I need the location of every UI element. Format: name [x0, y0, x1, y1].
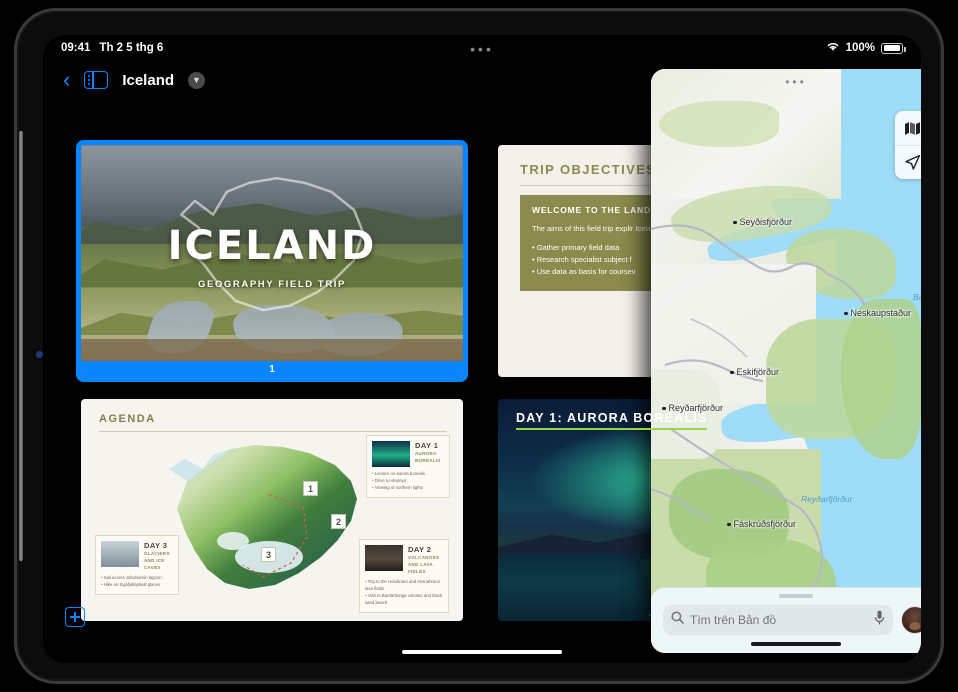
chevron-down-icon[interactable]: ▼	[188, 71, 206, 89]
device-edge-highlight	[19, 131, 23, 561]
day-card-subtitle: AURORA BOREALIS	[415, 451, 441, 463]
maps-home-indicator[interactable]	[751, 642, 841, 646]
screen: 09:41 Th 2 5 thg 6 100% ‹ Iceland ▼ ••• …	[43, 35, 921, 663]
slide-1-photo: ICELAND GEOGRAPHY FIELD TRIP	[81, 145, 463, 361]
search-icon	[671, 611, 684, 629]
location-arrow-icon[interactable]	[895, 145, 921, 179]
battery-icon	[881, 42, 906, 54]
day-card-subtitle: GLACIERS AND ICE CAVES	[144, 551, 170, 570]
slide-number-badge: 1	[81, 361, 463, 377]
maps-slide-over-window[interactable]: ••• Seyðisfjörður Neskaupstaður Eskifjör…	[651, 69, 921, 653]
map-label-seydisfjordur: Seyðisfjörður	[733, 217, 792, 227]
sidebar-toggle-icon[interactable]	[84, 71, 109, 89]
slide-4-title: DAY 1: AURORA BOREALIS	[516, 411, 708, 430]
day-card-title: DAY 1	[415, 441, 439, 450]
day-card-subtitle: VOLCANOES AND LAVA FIELDS	[408, 555, 440, 574]
battery-percent-label: 100%	[845, 42, 875, 54]
day-card-title: DAY 2	[408, 545, 432, 554]
slide-thumbnail-1[interactable]: ICELAND GEOGRAPHY FIELD TRIP 1	[81, 145, 463, 377]
map-layers-icon[interactable]	[895, 111, 921, 145]
day-card-3: DAY 3 GLACIERS AND ICE CAVES Sail across…	[95, 535, 179, 595]
map-marker-1[interactable]: 1	[303, 481, 318, 496]
page-title: Iceland	[122, 71, 175, 89]
list-item: Sail across Jökulsárlón lagoon	[101, 575, 173, 582]
three-dots-icon[interactable]: •••	[470, 41, 494, 57]
maps-bottom-sheet[interactable]: Tìm trên Bản đồ	[651, 587, 921, 653]
status-bar-right: 100%	[826, 41, 906, 55]
map-label-eskifjordur: Eskifjörður	[730, 367, 779, 377]
slide-3-heading: AGENDA	[99, 413, 156, 425]
list-item: Hike on Eyjafjallajökull glacier	[101, 582, 173, 589]
slide-1-title: ICELAND	[167, 222, 377, 269]
map-marker-2[interactable]: 2	[331, 514, 346, 529]
slide-thumbnail-3[interactable]: AGENDA 1 2 3 DAY 1 AURORA BOREALIS • Lec…	[81, 399, 463, 621]
map-controls	[895, 111, 921, 179]
add-slide-icon[interactable]	[65, 607, 85, 627]
sea-label-bards: Barðs	[913, 292, 921, 302]
slide-3-rule	[99, 431, 447, 432]
avatar[interactable]	[901, 606, 921, 634]
search-placeholder: Tìm trên Bản đồ	[690, 613, 777, 627]
sea-label-reydarfjordur: Reyðarfjörður	[801, 494, 853, 504]
sheet-grabber[interactable]	[779, 594, 813, 598]
slide-1-subtitle: GEOGRAPHY FIELD TRIP	[198, 278, 346, 290]
home-indicator[interactable]	[402, 649, 562, 654]
list-item: Lecture on aurora borealis	[372, 471, 444, 478]
map-label-faskrudsfjordur: Fáskrúðsfjörður	[727, 519, 796, 529]
microphone-icon[interactable]	[874, 610, 885, 630]
map-marker-3[interactable]: 3	[261, 547, 276, 562]
map-canvas[interactable]: Seyðisfjörður Neskaupstaður Eskifjörður …	[651, 69, 921, 653]
list-item: Viewing of northern lights	[372, 485, 444, 492]
three-dots-icon[interactable]: •••	[785, 75, 807, 89]
iceland-relief-map	[169, 445, 357, 589]
status-time: 09:41	[61, 42, 91, 54]
map-roads	[651, 224, 866, 619]
status-date: Th 2 5 thg 6	[99, 42, 164, 54]
day-card-title: DAY 3	[144, 541, 168, 550]
map-label-neskaupstadur: Neskaupstaður	[844, 308, 911, 318]
wifi-icon	[826, 41, 840, 55]
ipad-device-frame: 09:41 Th 2 5 thg 6 100% ‹ Iceland ▼ ••• …	[14, 8, 944, 684]
list-item: Trip to the Holuhraun and Hernahraun lav…	[365, 579, 443, 593]
slide-2-heading: TRIP OBJECTIVES	[520, 162, 657, 177]
search-input[interactable]: Tìm trên Bản đồ	[663, 605, 893, 635]
status-bar-left: 09:41 Th 2 5 thg 6	[61, 42, 163, 54]
map-search-row: Tìm trên Bản đồ	[663, 605, 921, 635]
day-card-1: DAY 1 AURORA BOREALIS Lecture on aurora …	[366, 435, 450, 498]
list-item: Drive to Akureyri	[372, 478, 444, 485]
device-side-indicator	[36, 351, 43, 358]
back-button[interactable]: ‹	[63, 69, 70, 91]
